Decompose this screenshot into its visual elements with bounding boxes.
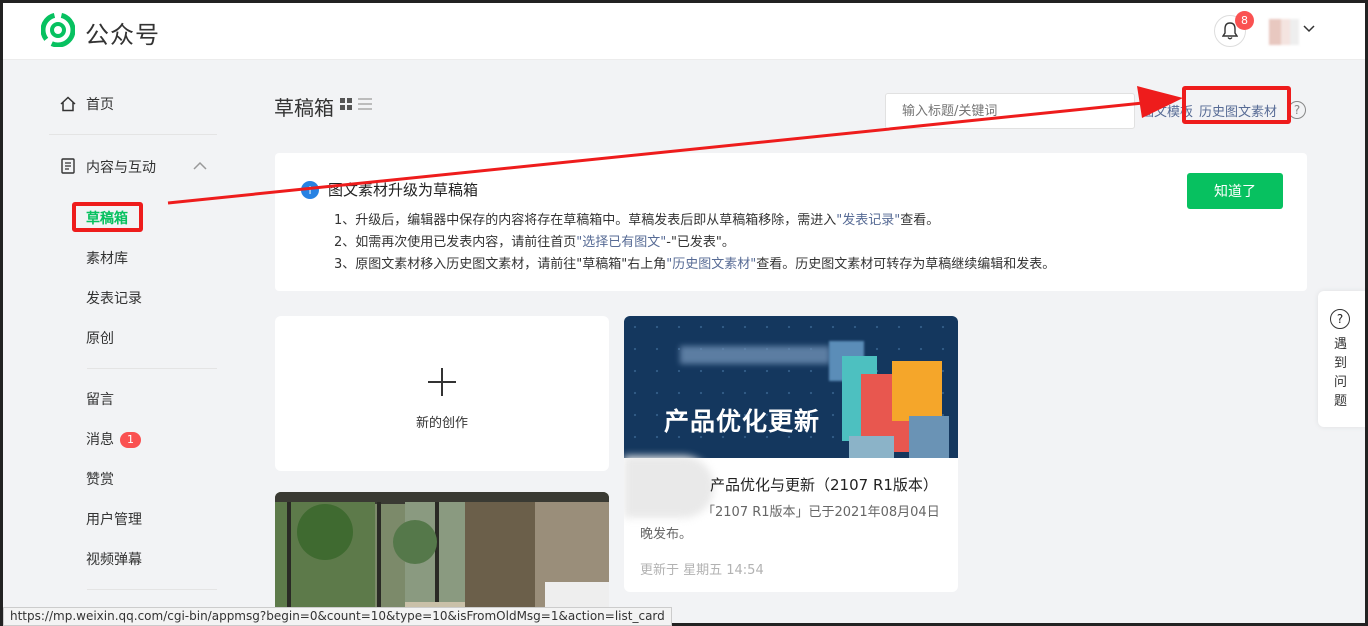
chevron-up-icon[interactable]: [193, 161, 207, 170]
sidebar-item-user-management[interactable]: 用户管理: [86, 509, 142, 529]
notice-title: 图文素材升级为草稿箱: [328, 181, 479, 199]
cover-text: 产品优化更新: [664, 407, 821, 436]
article-updated-time: 更新于 星期五 14:54: [640, 563, 764, 578]
help-side-tab[interactable]: ? 遇到问题: [1318, 291, 1365, 427]
sidebar-item-video-danmaku[interactable]: 视频弹幕: [86, 549, 142, 569]
annotation-highlight-drafts: [72, 202, 143, 232]
select-existing-link[interactable]: "选择已有图文": [576, 235, 666, 250]
article-title[interactable]: 产品优化与更新（2107 R1版本）: [710, 474, 938, 495]
sidebar-item-original[interactable]: 原创: [86, 328, 114, 348]
brand-title[interactable]: 公众号: [85, 15, 160, 50]
sidebar-item-publish-records[interactable]: 发表记录: [86, 288, 142, 308]
help-side-label: 遇到问题: [1334, 337, 1348, 409]
got-it-button[interactable]: 知道了: [1187, 173, 1283, 209]
sidebar-item-materials[interactable]: 素材库: [86, 248, 128, 268]
publish-records-link[interactable]: "发表记录": [836, 213, 900, 228]
sidebar: 首页 内容与互动 草稿箱 素材库 发表记录 原创 留言 消息 1 赞赏 用户管理 …: [3, 61, 233, 626]
history-materials-inline-link[interactable]: "历史图文素材": [666, 257, 756, 272]
notification-badge: 8: [1235, 11, 1254, 30]
sidebar-item-label: 消息: [86, 432, 114, 448]
document-icon: [61, 158, 75, 174]
logo-icon[interactable]: [41, 13, 75, 47]
article-cover: 产品优化更新: [624, 316, 958, 458]
article-cover-photo: [275, 492, 609, 626]
page-title: 草稿箱: [274, 96, 334, 120]
new-creation-card[interactable]: 新的创作: [275, 316, 609, 471]
plus-icon: [428, 368, 456, 396]
annotation-highlight-history: [1182, 86, 1291, 124]
chevron-down-icon[interactable]: [1303, 25, 1315, 33]
divider: [49, 134, 217, 135]
list-view-icon[interactable]: [358, 98, 372, 110]
status-bar-url: https://mp.weixin.qq.com/cgi-bin/appmsg?…: [3, 607, 672, 626]
info-icon: i: [301, 181, 319, 199]
notice-line-1: 1、升级后，编辑器中保存的内容将存在草稿箱中。草稿发表后即从草稿箱移除，需进入"…: [334, 213, 940, 228]
message-badge: 1: [120, 432, 141, 448]
sidebar-item-home[interactable]: 首页: [86, 94, 114, 114]
avatar[interactable]: [1269, 19, 1299, 45]
home-icon: [60, 96, 76, 112]
divider: [87, 368, 217, 369]
question-icon: ?: [1330, 309, 1350, 329]
notice-line-2: 2、如需再次使用已发表内容，请前往首页"选择已有图文"-"已发表"。: [334, 235, 735, 250]
draft-photo-card[interactable]: [275, 492, 609, 626]
grid-view-icon[interactable]: [340, 98, 352, 110]
article-description: 「2107 R1版本」已于2021年08月04日 晚发布。: [640, 505, 940, 542]
sidebar-item-comments[interactable]: 留言: [86, 389, 114, 409]
view-toggle[interactable]: [340, 98, 372, 110]
upgrade-notice: i 图文素材升级为草稿箱 1、升级后，编辑器中保存的内容将存在草稿箱中。草稿发表…: [275, 153, 1307, 291]
sidebar-item-messages[interactable]: 消息 1: [86, 429, 141, 449]
new-creation-label: 新的创作: [415, 416, 468, 431]
top-header: 公众号 8: [3, 3, 1365, 60]
search-input[interactable]: [885, 93, 1135, 129]
draft-article-card[interactable]: 产品优化更新 产品优化与更新（2107 R1版本） 「2107 R1版本」已于2…: [624, 316, 958, 592]
notice-line-3: 3、原图文素材移入历史图文素材，请前往"草稿箱"右上角"历史图文素材"查看。历史…: [334, 257, 1056, 272]
sidebar-item-appreciation[interactable]: 赞赏: [86, 469, 114, 489]
divider: [87, 589, 217, 590]
sidebar-group-content[interactable]: 内容与互动: [86, 157, 156, 177]
